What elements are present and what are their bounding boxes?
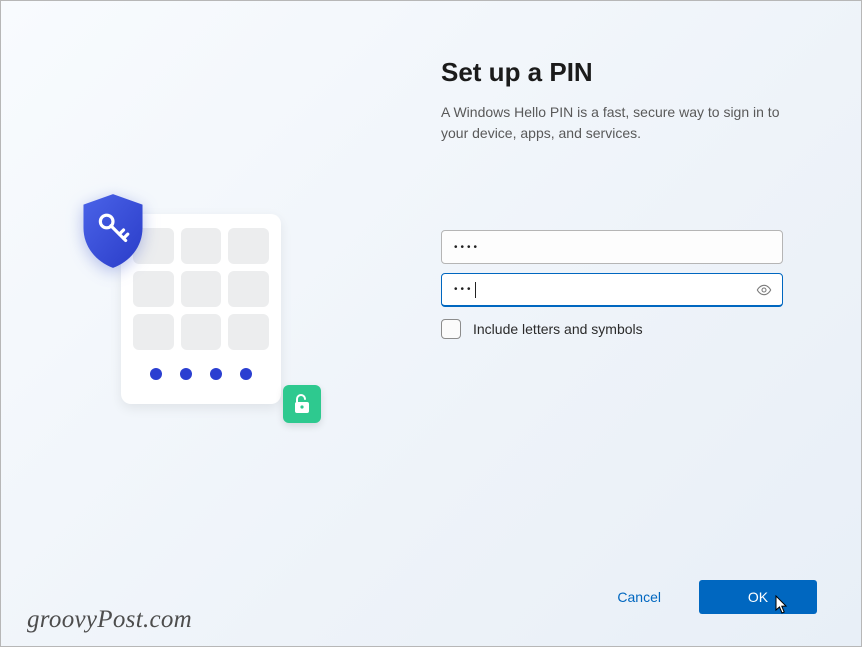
include-symbols-checkbox[interactable] <box>441 319 461 339</box>
keypad-grid <box>133 228 269 350</box>
include-symbols-label: Include letters and symbols <box>473 321 643 337</box>
confirm-pin-input[interactable]: ••• <box>441 273 783 307</box>
pin-dot <box>210 368 222 380</box>
pin-masked-value: •••• <box>454 242 480 253</box>
unlock-icon <box>283 385 321 423</box>
text-caret <box>475 282 476 298</box>
new-pin-input[interactable]: •••• <box>441 230 783 264</box>
keypad-key <box>181 314 222 350</box>
include-symbols-checkbox-row: Include letters and symbols <box>441 319 801 339</box>
pin-dot <box>150 368 162 380</box>
pin-illustration <box>51 184 291 414</box>
keypad-key <box>228 314 269 350</box>
ok-button[interactable]: OK <box>699 580 817 614</box>
watermark-text: groovyPost.com <box>27 606 192 634</box>
illustration-pin-dots <box>133 368 269 380</box>
keypad-key <box>228 228 269 264</box>
keypad-key <box>228 271 269 307</box>
pin-dot <box>240 368 252 380</box>
keypad-key <box>181 271 222 307</box>
confirm-pin-masked-value: ••• <box>454 284 474 295</box>
illustration-pane <box>1 1 341 646</box>
keypad-key <box>133 314 174 350</box>
keypad-key <box>181 228 222 264</box>
form-pane: Set up a PIN A Windows Hello PIN is a fa… <box>341 1 861 646</box>
pin-dot <box>180 368 192 380</box>
cancel-button[interactable]: Cancel <box>613 581 665 613</box>
shield-key-icon <box>79 192 147 270</box>
page-subtitle: A Windows Hello PIN is a fast, secure wa… <box>441 102 801 144</box>
page-title: Set up a PIN <box>441 57 801 88</box>
dialog-footer: Cancel OK <box>613 580 817 614</box>
eye-reveal-icon[interactable] <box>756 282 772 298</box>
keypad-key <box>133 271 174 307</box>
